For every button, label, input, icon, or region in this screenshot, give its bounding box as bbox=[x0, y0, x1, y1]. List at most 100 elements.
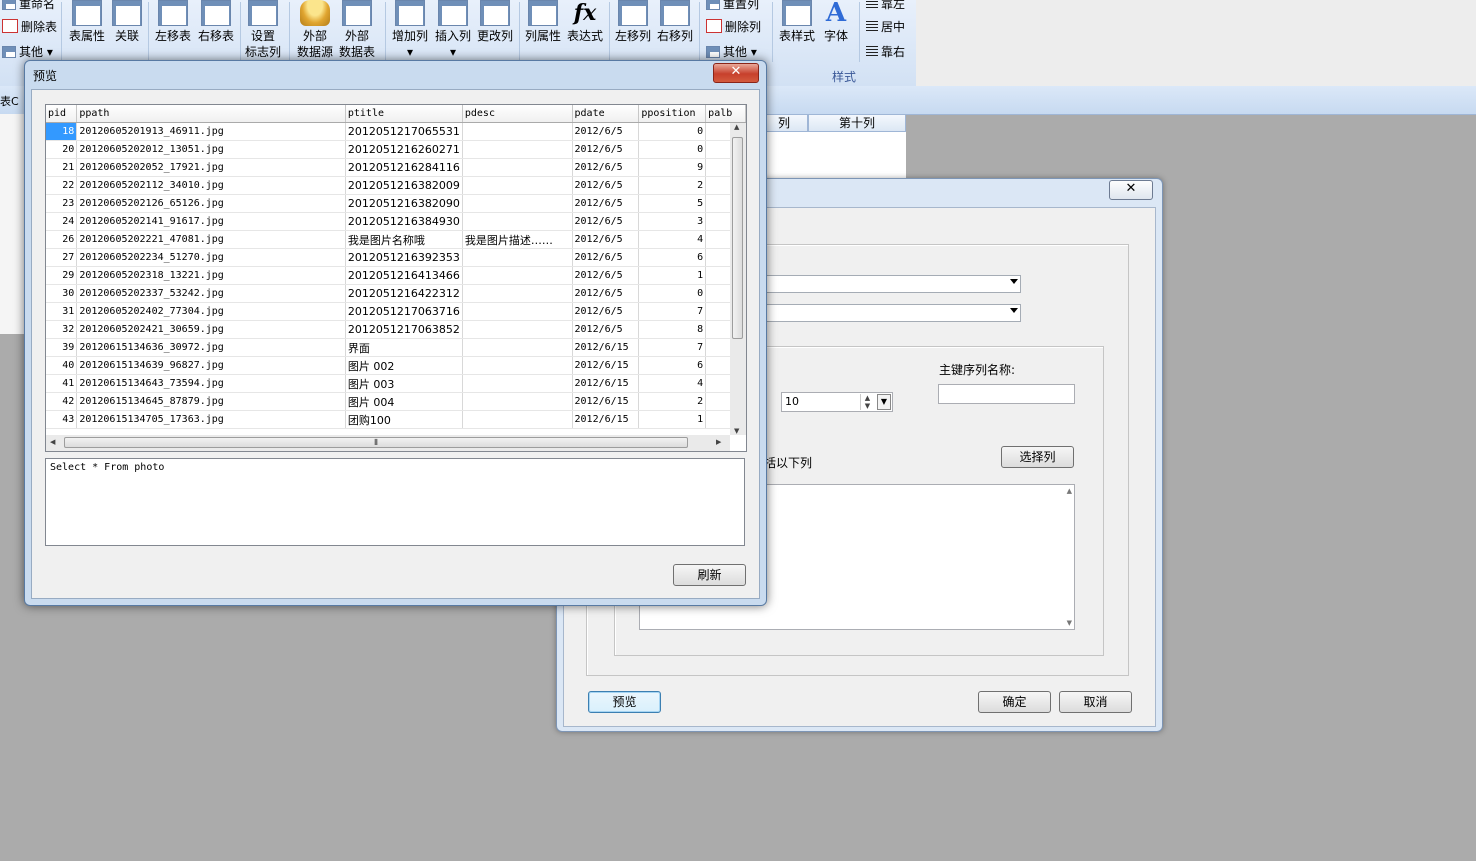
column-header-pid[interactable]: pid bbox=[46, 105, 78, 123]
table-cell[interactable]: 2012/6/5 bbox=[572, 320, 640, 339]
table-row[interactable]: 20 20120605202012_13051.jpg 20120512162602… bbox=[46, 140, 746, 159]
table-cell[interactable]: 5 bbox=[638, 194, 707, 213]
table-cell[interactable]: 20120605202141_91617.jpg bbox=[76, 212, 346, 231]
table-cell[interactable]: 22 bbox=[46, 176, 78, 195]
table-cell[interactable]: 9 bbox=[638, 158, 707, 177]
table-cell[interactable]: 界面 bbox=[345, 338, 463, 357]
scroll-up-icon[interactable]: ▲ bbox=[734, 123, 739, 131]
spinner-arrows-icon[interactable]: ▲ ▼ bbox=[860, 394, 874, 410]
table-cell[interactable]: 2012/6/5 bbox=[572, 212, 640, 231]
table-row[interactable]: 23 20120605202126_65126.jpg 20120512163820… bbox=[46, 194, 746, 213]
table-cell[interactable]: 20120605201913_46911.jpg bbox=[76, 122, 346, 141]
table-cell[interactable]: 20120605202126_65126.jpg bbox=[76, 194, 346, 213]
table-cell[interactable] bbox=[462, 392, 573, 411]
table-cell[interactable]: 2012051216392353 bbox=[345, 248, 463, 267]
align-right-button[interactable]: 靠右 bbox=[866, 44, 905, 60]
table-cell[interactable] bbox=[462, 410, 573, 429]
column-header-ppath[interactable]: ppath bbox=[76, 105, 346, 123]
table-row[interactable]: 43 20120615134705_17363.jpg 团购100 2012/6/15… bbox=[46, 410, 746, 429]
table-cell[interactable]: 2012051216260271 bbox=[345, 140, 463, 159]
table-cell[interactable] bbox=[462, 194, 573, 213]
table-cell[interactable]: 30 bbox=[46, 284, 78, 303]
table-cell[interactable]: 2012/6/5 bbox=[572, 266, 640, 285]
add-column-button[interactable]: 增加列 ▾ bbox=[389, 0, 431, 60]
table-cell[interactable] bbox=[462, 320, 573, 339]
table-cell[interactable]: 2012051217063852 bbox=[345, 320, 463, 339]
table-cell[interactable] bbox=[462, 140, 573, 159]
table-cell[interactable] bbox=[462, 266, 573, 285]
column-header-ptitle[interactable]: ptitle bbox=[345, 105, 463, 123]
table-cell[interactable]: 8 bbox=[638, 320, 707, 339]
table-cell[interactable]: 2012/6/5 bbox=[572, 284, 640, 303]
other-column-button[interactable]: 其他 ▾ bbox=[706, 44, 757, 60]
rename-button[interactable]: 重命名 bbox=[2, 0, 55, 12]
table-cell[interactable] bbox=[462, 302, 573, 321]
table-cell[interactable]: 27 bbox=[46, 248, 78, 267]
table-row[interactable]: 27 20120605202234_51270.jpg 20120512163923… bbox=[46, 248, 746, 267]
grid-header-col[interactable]: 列 bbox=[760, 114, 808, 132]
table-cell[interactable]: 图片 004 bbox=[345, 392, 463, 411]
external-datasource-button[interactable]: 外部 数据源 bbox=[295, 0, 335, 60]
table-cell[interactable]: 2012/6/5 bbox=[572, 230, 640, 249]
spinner-input[interactable]: 10 ▲ ▼ ▼ bbox=[781, 392, 893, 412]
expression-button[interactable]: fx 表达式 bbox=[564, 0, 606, 44]
table-cell[interactable]: 20120615134636_30972.jpg bbox=[76, 338, 346, 357]
table-cell[interactable] bbox=[462, 158, 573, 177]
set-flag-column-button[interactable]: 设置 标志列 bbox=[243, 0, 283, 60]
table-cell[interactable]: 团购100 bbox=[345, 410, 463, 429]
table-cell[interactable]: 0 bbox=[638, 122, 707, 141]
table-cell[interactable] bbox=[462, 338, 573, 357]
table-cell[interactable]: 26 bbox=[46, 230, 78, 249]
table-row[interactable]: 30 20120605202337_53242.jpg 20120512164223… bbox=[46, 284, 746, 303]
table-cell[interactable]: 3 bbox=[638, 212, 707, 231]
table-row[interactable]: 41 20120615134643_73594.jpg 图片 003 2012/6/1… bbox=[46, 374, 746, 393]
table-cell[interactable]: 2012051216382090 bbox=[345, 194, 463, 213]
external-table-button[interactable]: 外部 数据表 bbox=[337, 0, 377, 60]
table-cell[interactable] bbox=[462, 374, 573, 393]
table-cell[interactable]: 0 bbox=[638, 140, 707, 159]
reset-column-button[interactable]: 重置列 bbox=[706, 0, 759, 12]
table-cell[interactable]: 20120605202112_34010.jpg bbox=[76, 176, 346, 195]
table-row[interactable]: 42 20120615134645_87879.jpg 图片 004 2012/6/1… bbox=[46, 392, 746, 411]
table-cell[interactable]: 2012/6/15 bbox=[572, 356, 640, 375]
combo-2[interactable] bbox=[759, 304, 1021, 322]
pk-sequence-input[interactable] bbox=[938, 384, 1075, 404]
table-cell[interactable]: 20120605202421_30659.jpg bbox=[76, 320, 346, 339]
table-cell[interactable]: 7 bbox=[638, 338, 707, 357]
table-cell[interactable]: 1 bbox=[638, 266, 707, 285]
table-cell[interactable]: 4 bbox=[638, 230, 707, 249]
table-cell[interactable]: 我是图片名称哦 bbox=[345, 230, 463, 249]
close-icon[interactable]: ✕ bbox=[713, 63, 759, 83]
table-cell[interactable]: 2012/6/15 bbox=[572, 374, 640, 393]
scroll-down-icon[interactable]: ▼ bbox=[1067, 619, 1072, 627]
move-table-right-button[interactable]: 右移表 bbox=[195, 0, 237, 44]
ok-button[interactable]: 确定 bbox=[978, 691, 1051, 713]
preview-button[interactable]: 预览 bbox=[588, 691, 661, 713]
grid-header-col10[interactable]: 第十列 bbox=[808, 114, 906, 132]
column-header-pdesc[interactable]: pdesc bbox=[462, 105, 573, 123]
table-row[interactable]: 40 20120615134639_96827.jpg 图片 002 2012/6/1… bbox=[46, 356, 746, 375]
table-cell[interactable]: 31 bbox=[46, 302, 78, 321]
edit-column-button[interactable]: 更改列 bbox=[474, 0, 516, 44]
scroll-left-icon[interactable]: ◀ bbox=[50, 438, 55, 446]
table-cell[interactable]: 32 bbox=[46, 320, 78, 339]
move-table-left-button[interactable]: 左移表 bbox=[152, 0, 194, 44]
table-cell[interactable]: 1 bbox=[638, 410, 707, 429]
scroll-thumb[interactable]: ⦀ bbox=[64, 437, 688, 448]
table-cell[interactable]: 29 bbox=[46, 266, 78, 285]
table-cell[interactable]: 20120615134639_96827.jpg bbox=[76, 356, 346, 375]
select-columns-button[interactable]: 选择列 bbox=[1001, 446, 1074, 468]
insert-column-button[interactable]: 插入列 ▾ bbox=[432, 0, 474, 60]
table-cell[interactable]: 2012051216422312 bbox=[345, 284, 463, 303]
table-cell[interactable]: 6 bbox=[638, 248, 707, 267]
table-cell[interactable] bbox=[462, 248, 573, 267]
table-row[interactable]: 32 20120605202421_30659.jpg 20120512170638… bbox=[46, 320, 746, 339]
table-cell[interactable]: 0 bbox=[638, 284, 707, 303]
table-cell[interactable]: 20120615134645_87879.jpg bbox=[76, 392, 346, 411]
chevron-down-icon[interactable]: ▼ bbox=[877, 394, 891, 410]
table-style-button[interactable]: 表样式 bbox=[776, 0, 818, 44]
table-cell[interactable]: 2012051217063716 bbox=[345, 302, 463, 321]
scroll-right-icon[interactable]: ▶ bbox=[716, 438, 721, 446]
table-cell[interactable]: 6 bbox=[638, 356, 707, 375]
table-row[interactable]: 31 20120605202402_77304.jpg 20120512170637… bbox=[46, 302, 746, 321]
